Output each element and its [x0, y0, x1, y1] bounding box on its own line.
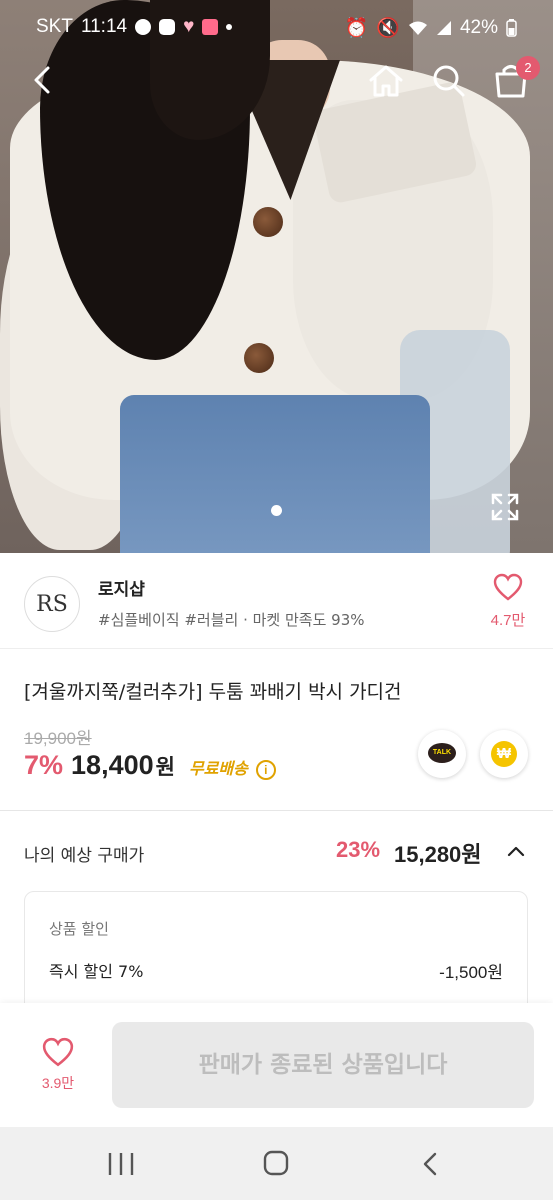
heart-notification-icon: ♥: [183, 16, 195, 37]
price-row: 7% 18,400 원 무료배송 i: [24, 750, 276, 781]
kakao-talk-button[interactable]: TALK: [418, 730, 466, 778]
photo-button-bottom: [244, 343, 274, 373]
back-icon[interactable]: [24, 60, 64, 100]
battery-percent: 42%: [459, 17, 498, 38]
expected-discount-rate: 23%: [336, 837, 381, 862]
home-nav-icon[interactable]: [262, 1149, 290, 1177]
image-page-indicator: [271, 505, 282, 516]
photo-button-top: [253, 207, 283, 237]
product-like-button[interactable]: 3.9만: [30, 1037, 86, 1093]
photo-jeans: [120, 395, 430, 553]
free-shipping-label: 무료배송: [188, 759, 248, 778]
chevron-up-icon[interactable]: [506, 841, 526, 861]
recent-apps-icon[interactable]: [106, 1151, 136, 1177]
store-name[interactable]: 로지샵: [98, 575, 145, 600]
search-icon[interactable]: [428, 60, 470, 102]
store-tags: #심플베이직 #러블리 · 마켓 만족도 93%: [98, 611, 365, 629]
pay-button[interactable]: ₩: [480, 730, 528, 778]
sale-ended-button[interactable]: 판매가 종료된 상품입니다: [112, 1022, 534, 1108]
wifi-icon: [408, 21, 427, 35]
expected-price-label: 나의 예상 구매가: [24, 846, 145, 866]
signal-icon: [436, 21, 451, 35]
system-nav-bar: [0, 1127, 553, 1200]
product-like-count: 3.9만: [41, 1075, 75, 1091]
discount-rate: 7%: [24, 750, 64, 780]
instant-discount-value: -1,500원: [439, 963, 503, 982]
discount-section-header: 상품 할인: [49, 920, 109, 938]
carrier-label: SKT: [36, 16, 73, 37]
status-bar: SKT 11:14 ♥ ⏰ 🔇 42%: [0, 0, 553, 56]
bottom-action-bar: 3.9만 판매가 종료된 상품입니다: [0, 1003, 553, 1127]
store-logo[interactable]: RS: [24, 576, 80, 632]
cart-count-badge: 2: [516, 56, 540, 80]
sale-price: 18,400: [71, 750, 154, 780]
store-row[interactable]: RS 로지샵 #심플베이직 #러블리 · 마켓 만족도 93% 4.7만: [0, 553, 553, 649]
info-icon[interactable]: i: [255, 760, 276, 780]
original-price: 19,900원: [24, 729, 92, 748]
price-unit: 원: [155, 755, 175, 779]
heart-icon: [493, 573, 523, 601]
discount-detail-box: 상품 할인 즉시 할인 7% -1,500원: [24, 891, 528, 1021]
more-notifications-icon: [226, 24, 233, 30]
product-title: [겨울까지쭉/컬러추가] 두툼 꽈배기 박시 가디건: [24, 681, 402, 703]
battery-icon: [506, 19, 517, 37]
expected-price-amount: 15,280원: [394, 842, 482, 867]
mute-icon: 🔇: [376, 18, 400, 39]
chat-icon: [159, 19, 176, 35]
top-bar: [0, 56, 553, 106]
back-nav-icon[interactable]: [418, 1151, 444, 1177]
heart-icon: [42, 1037, 74, 1067]
alarm-icon: ⏰: [344, 18, 369, 39]
fullscreen-icon[interactable]: [490, 492, 520, 522]
expected-price-row[interactable]: 나의 예상 구매가 23% 15,280원: [0, 811, 553, 891]
clock: 11:14: [80, 16, 128, 37]
kakao-talk-icon: TALK: [428, 743, 456, 763]
notification-icon: [135, 19, 152, 35]
store-like-count: 4.7만: [490, 612, 526, 629]
won-coin-icon: ₩: [491, 741, 517, 767]
calendar-icon: [202, 19, 219, 35]
home-icon[interactable]: [365, 60, 407, 102]
store-like-button[interactable]: 4.7만: [486, 573, 530, 630]
instant-discount-label: 즉시 할인 7%: [49, 962, 144, 981]
